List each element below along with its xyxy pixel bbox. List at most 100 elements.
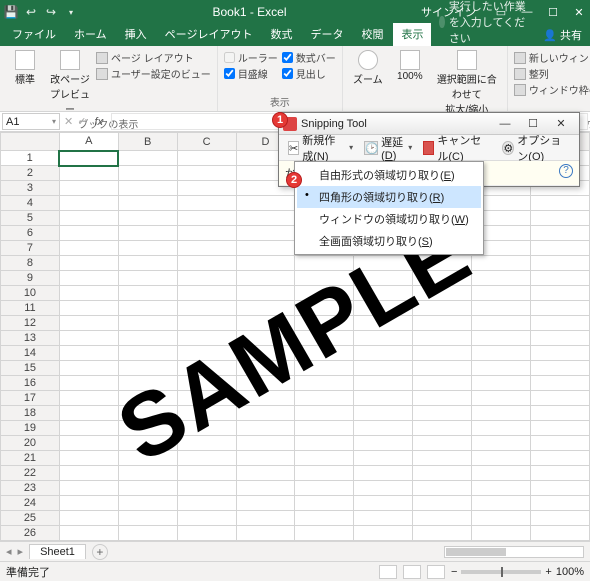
cell[interactable] xyxy=(59,196,118,211)
tab-home[interactable]: ホーム xyxy=(66,23,115,46)
formulabar-checkbox[interactable]: 数式バー xyxy=(282,50,336,65)
row-header[interactable]: 1 xyxy=(1,151,60,166)
cell[interactable] xyxy=(118,301,177,316)
cell[interactable] xyxy=(177,511,236,526)
cell[interactable] xyxy=(354,376,413,391)
cell[interactable] xyxy=(354,481,413,496)
tab-formulas[interactable]: 数式 xyxy=(262,23,300,46)
sheet-nav-next-icon[interactable]: ▸ xyxy=(18,545,24,558)
cell[interactable] xyxy=(354,421,413,436)
ruler-checkbox[interactable]: ルーラー xyxy=(224,50,278,65)
cell[interactable] xyxy=(531,466,590,481)
cell[interactable] xyxy=(295,421,354,436)
cell[interactable] xyxy=(236,286,295,301)
cell[interactable] xyxy=(413,286,472,301)
cell[interactable] xyxy=(472,361,531,376)
cell[interactable] xyxy=(59,241,118,256)
row-header[interactable]: 16 xyxy=(1,376,60,391)
zoom-out-icon[interactable]: − xyxy=(451,566,457,578)
cell[interactable] xyxy=(59,331,118,346)
cell[interactable] xyxy=(236,226,295,241)
cell[interactable] xyxy=(236,346,295,361)
freeze-button[interactable]: ウィンドウ枠の固定 ▾ xyxy=(514,82,590,97)
cell[interactable] xyxy=(118,196,177,211)
enter-entry-icon[interactable]: ✓ xyxy=(77,115,86,128)
cell[interactable] xyxy=(531,301,590,316)
row-header[interactable]: 6 xyxy=(1,226,60,241)
cell[interactable] xyxy=(472,436,531,451)
row-header[interactable]: 2 xyxy=(1,166,60,181)
cell[interactable] xyxy=(531,256,590,271)
cell[interactable] xyxy=(413,271,472,286)
row-header[interactable]: 9 xyxy=(1,271,60,286)
cell[interactable] xyxy=(354,361,413,376)
cell[interactable] xyxy=(59,451,118,466)
cell[interactable] xyxy=(295,331,354,346)
row-header[interactable]: 15 xyxy=(1,361,60,376)
cell[interactable] xyxy=(59,526,118,541)
share-button[interactable]: 👤 共有 xyxy=(535,24,590,46)
col-header[interactable]: A xyxy=(59,133,118,151)
cell[interactable] xyxy=(413,316,472,331)
cell[interactable] xyxy=(531,226,590,241)
cell[interactable] xyxy=(413,301,472,316)
cell[interactable] xyxy=(59,286,118,301)
view-pagelayout-icon[interactable] xyxy=(403,565,421,579)
cell[interactable] xyxy=(472,421,531,436)
hscroll[interactable] xyxy=(114,546,584,558)
select-all-corner[interactable] xyxy=(1,133,60,151)
cell[interactable] xyxy=(295,301,354,316)
cell[interactable] xyxy=(177,301,236,316)
cell[interactable] xyxy=(59,361,118,376)
name-box[interactable]: A1▾ xyxy=(2,113,60,130)
view-normal-icon[interactable] xyxy=(379,565,397,579)
normal-view-button[interactable]: 標準 xyxy=(6,48,44,86)
cell[interactable] xyxy=(472,511,531,526)
tab-file[interactable]: ファイル xyxy=(4,23,64,46)
row-header[interactable]: 20 xyxy=(1,436,60,451)
cell[interactable] xyxy=(236,526,295,541)
row-header[interactable]: 22 xyxy=(1,466,60,481)
cell[interactable] xyxy=(295,286,354,301)
cell[interactable] xyxy=(295,496,354,511)
cell[interactable] xyxy=(472,256,531,271)
tell-me[interactable]: 実行したい作業を入力してください xyxy=(433,0,533,46)
snip-delay-button[interactable]: 🕑遅延(D)▾ xyxy=(359,131,416,165)
cell[interactable] xyxy=(59,481,118,496)
cancel-entry-icon[interactable]: ✕ xyxy=(64,115,73,128)
cell[interactable] xyxy=(413,376,472,391)
new-sheet-button[interactable]: + xyxy=(92,544,108,560)
cell[interactable] xyxy=(236,376,295,391)
row-header[interactable]: 17 xyxy=(1,391,60,406)
cell[interactable] xyxy=(236,451,295,466)
cell[interactable] xyxy=(118,286,177,301)
cell[interactable] xyxy=(59,166,118,181)
cell[interactable] xyxy=(177,526,236,541)
cell[interactable] xyxy=(118,241,177,256)
cell[interactable] xyxy=(236,466,295,481)
cell[interactable] xyxy=(118,391,177,406)
cell[interactable] xyxy=(413,256,472,271)
cell[interactable] xyxy=(118,331,177,346)
cell[interactable] xyxy=(413,466,472,481)
cell[interactable] xyxy=(295,391,354,406)
cell[interactable] xyxy=(531,376,590,391)
cell[interactable] xyxy=(472,451,531,466)
cell[interactable] xyxy=(177,466,236,481)
cell[interactable] xyxy=(236,481,295,496)
cell[interactable] xyxy=(354,466,413,481)
redo-icon[interactable]: ↪ xyxy=(44,5,58,19)
save-icon[interactable]: 💾 xyxy=(4,5,18,19)
cell[interactable] xyxy=(413,331,472,346)
col-header[interactable]: B xyxy=(118,133,177,151)
cell[interactable] xyxy=(177,331,236,346)
cell[interactable] xyxy=(118,466,177,481)
cell[interactable] xyxy=(118,211,177,226)
tab-review[interactable]: 校閲 xyxy=(353,23,391,46)
cell[interactable] xyxy=(295,256,354,271)
cell[interactable] xyxy=(118,526,177,541)
cell[interactable] xyxy=(236,196,295,211)
cell[interactable] xyxy=(59,211,118,226)
cell[interactable] xyxy=(118,451,177,466)
cell[interactable] xyxy=(295,316,354,331)
